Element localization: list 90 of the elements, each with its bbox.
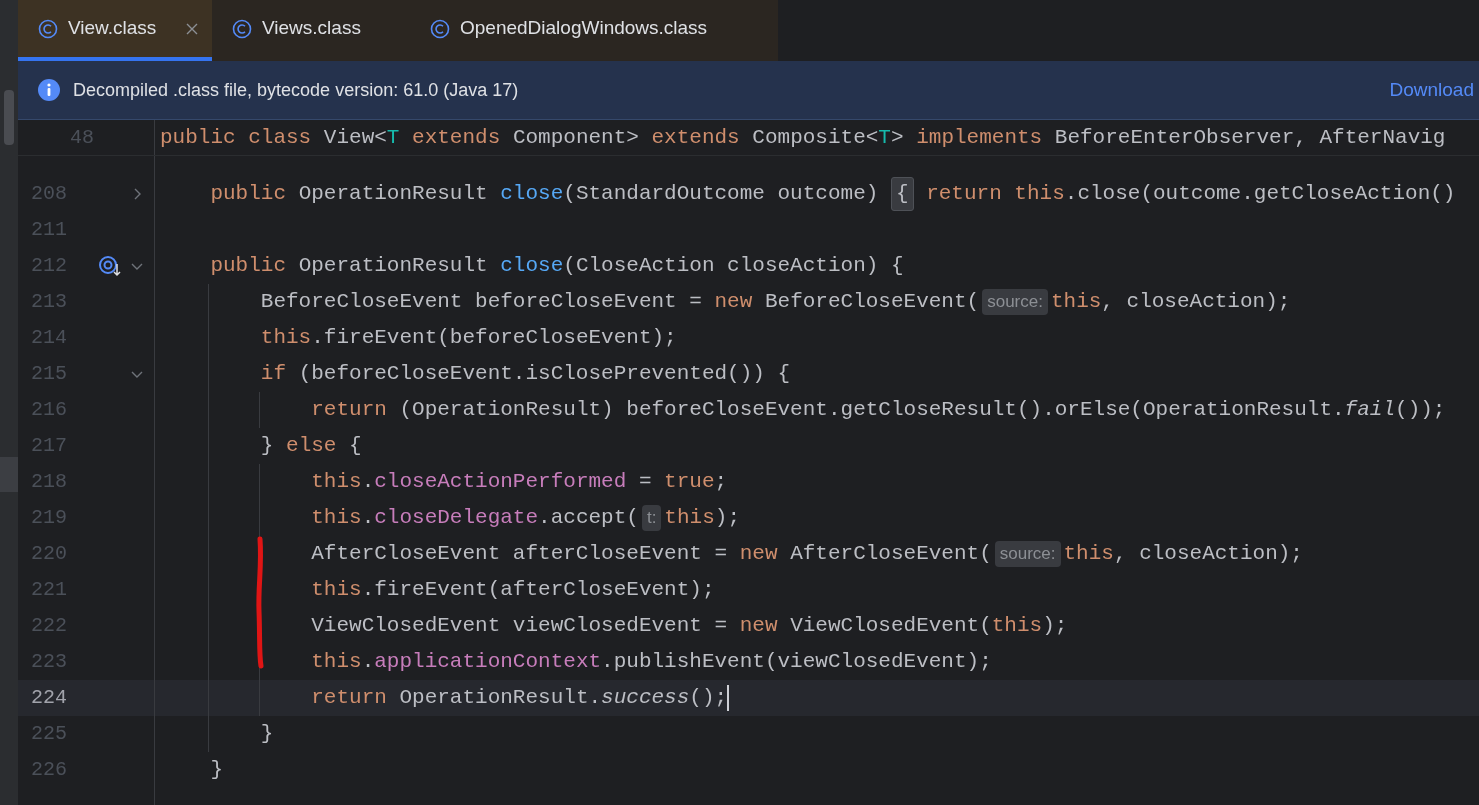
code-token: (OperationResult) beforeCloseEvent.getCloseResult().orElse(OperationResult. (399, 397, 1345, 424)
code-token: BeforeCloseEvent( (764, 289, 980, 316)
code-token: this (310, 577, 362, 604)
code-token: , closeAction); (1113, 541, 1303, 568)
code-token: OperationResult. (399, 685, 602, 712)
folded-block[interactable]: { (890, 177, 914, 211)
code-token: . (361, 469, 375, 496)
code-token: > (890, 124, 905, 151)
code-token: this (310, 649, 362, 676)
code-token: new (739, 613, 779, 640)
code-token: return (310, 685, 388, 712)
code-token: .accept( (538, 505, 639, 532)
parameter-hint: source: (982, 289, 1048, 315)
code-token: applicationContext (374, 649, 602, 676)
code-token: OperationResult (298, 253, 489, 280)
code-token: .close(outcome.getCloseAction() (1064, 181, 1456, 208)
code-token: closeActionPerformed (374, 469, 627, 496)
code-token: (StandardOutcome outcome) (563, 181, 880, 208)
code-token: (); (689, 685, 728, 712)
code-token: new (714, 289, 754, 316)
code-token: implements (916, 124, 1044, 151)
code-token: ); (714, 505, 740, 532)
banner-message: Decompiled .class file, bytecode version: 61.0 (Java 17) (73, 78, 519, 102)
code-token: Composite< (752, 124, 879, 151)
code-token: , closeAction); (1101, 289, 1291, 316)
code-token: AfterCloseEvent( (790, 541, 992, 568)
code-token: public (209, 253, 288, 280)
code-token: this (310, 505, 362, 532)
code-token: T (386, 124, 400, 151)
code-token: closeDelegate (374, 505, 539, 532)
class-icon (430, 18, 450, 39)
code-token: public (209, 181, 288, 208)
code-token: public class (160, 124, 313, 151)
code-token: . (361, 649, 375, 676)
parameter-hint: source: (994, 541, 1061, 567)
code-token: this (1050, 289, 1102, 316)
code-token: new (739, 541, 779, 568)
code-token: this (310, 469, 362, 496)
code-token: AfterCloseEvent afterCloseEvent = (310, 541, 729, 568)
line-number: 224 (30, 685, 67, 711)
code-token: (beforeCloseEvent.isClosePrevented()) { (298, 361, 791, 388)
code-token: BeforeCloseEvent beforeCloseEvent = (259, 289, 703, 316)
code-token: T (878, 124, 891, 151)
code-token: (CloseAction closeAction) { (563, 253, 904, 280)
code-token: this (664, 505, 715, 532)
parameter-hint: t: (641, 505, 662, 531)
code-token: BeforeEnterObserver, AfterNavig (1054, 124, 1446, 151)
code-token: ; (714, 469, 728, 496)
code-token: this (991, 613, 1043, 640)
code-token: return this (925, 181, 1065, 208)
code-token: ()); (1395, 397, 1446, 424)
code-token: ViewClosedEvent( (790, 613, 992, 640)
code-token: this (259, 325, 312, 352)
code-token: OperationResult (298, 181, 489, 208)
code-token: = (637, 469, 653, 496)
code-token: ViewClosedEvent viewClosedEvent = (310, 613, 729, 640)
code-token: success (601, 685, 690, 712)
code-token: } (209, 757, 223, 784)
code-token: extends (651, 124, 741, 151)
class-icon (232, 18, 252, 39)
code-token: ); (1042, 613, 1068, 640)
code-token: return (310, 397, 388, 424)
code-token: this (1063, 541, 1114, 568)
text-caret (727, 685, 730, 711)
override-marker-icon[interactable] (99, 255, 123, 277)
code-token: if (259, 361, 288, 388)
editor-tab[interactable]: OpenedDialogWindows.class (410, 0, 778, 61)
code-token: View< (323, 124, 387, 151)
code-token: Component> (512, 124, 640, 151)
code-token: true (664, 469, 715, 496)
code-token: . (361, 505, 375, 532)
class-icon (38, 18, 58, 39)
editor-tab[interactable]: Views.class (212, 0, 410, 61)
code-token: } (259, 721, 274, 748)
code-token: } (259, 433, 275, 460)
code-token: else (286, 433, 338, 460)
scrollbar-thumb[interactable] (4, 90, 14, 145)
code-token: close (500, 253, 564, 280)
code-token: .fireEvent(afterCloseEvent); (361, 577, 715, 604)
code-token: .publishEvent(viewClosedEvent); (601, 649, 992, 676)
code-token: fail (1344, 397, 1396, 424)
scrollbar-thumb[interactable] (0, 457, 18, 492)
code-token: { (349, 433, 362, 460)
download-link[interactable]: Download (1389, 75, 1474, 105)
code-token: extends (411, 124, 502, 151)
close-icon[interactable] (186, 22, 198, 35)
code-token: close (500, 181, 564, 208)
code-token: .fireEvent(beforeCloseEvent); (311, 325, 677, 352)
info-icon (38, 79, 60, 101)
editor-tab[interactable]: View.class (18, 0, 212, 61)
